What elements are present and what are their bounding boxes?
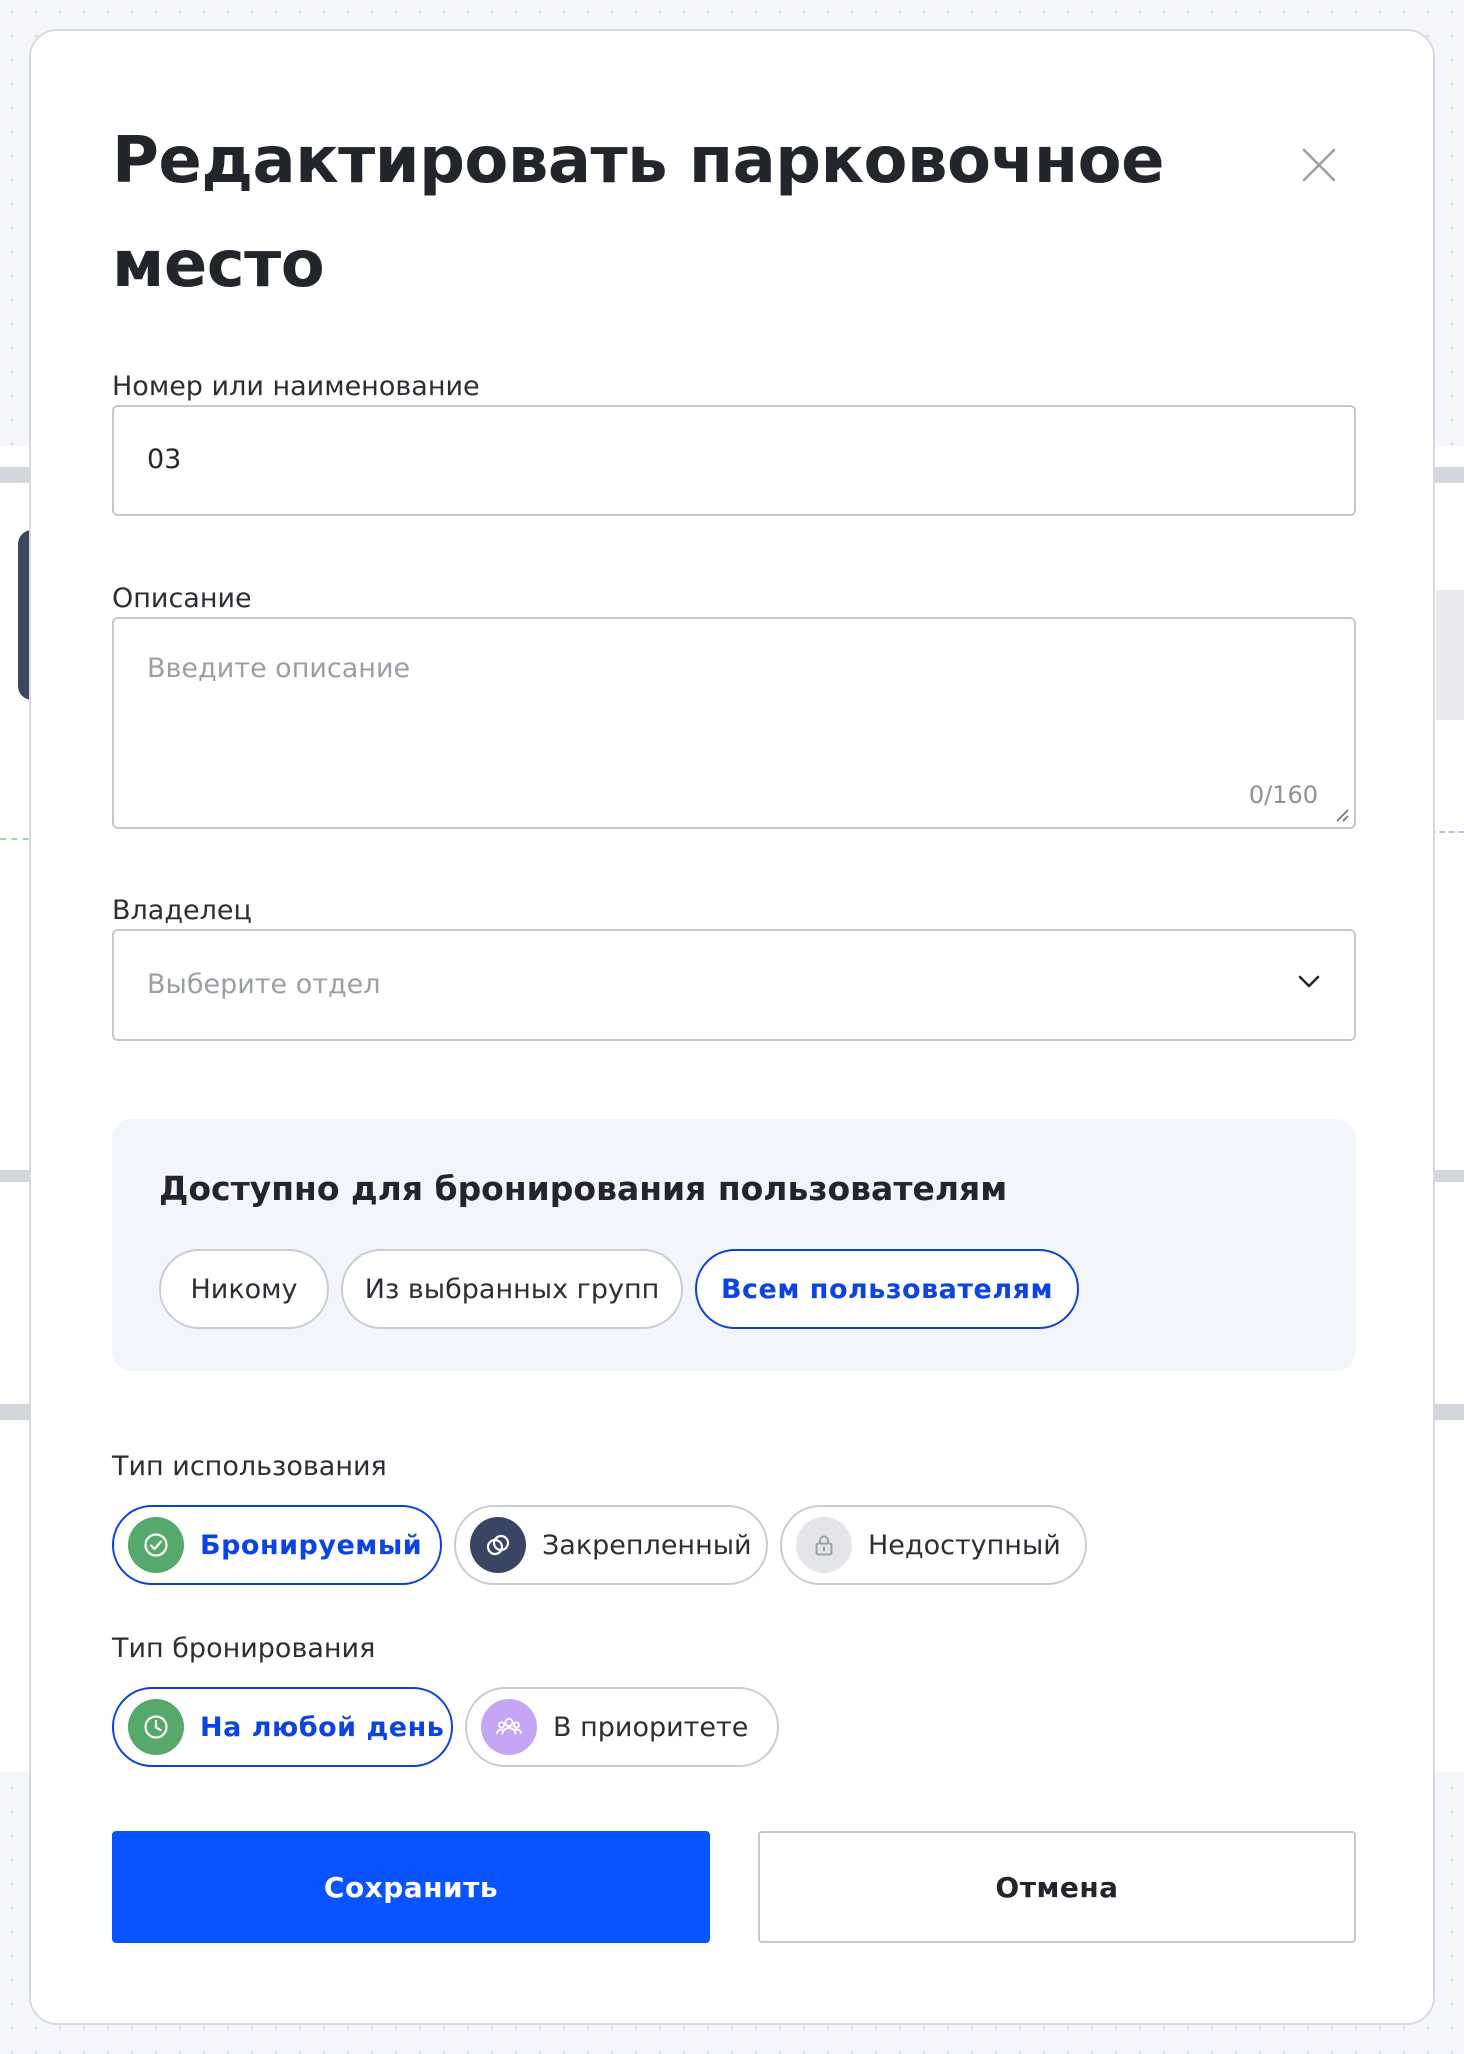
usage-option-label: Закрепленный [542, 1529, 752, 1561]
edit-parking-spot-modal: Редактировать парковочное место Номер ил… [29, 29, 1435, 2025]
usage-option-pinned[interactable]: Закрепленный [454, 1505, 768, 1585]
booking-option-label: В приоритете [553, 1711, 749, 1743]
booking-option-label: На любой день [200, 1711, 445, 1743]
availability-title: Доступно для бронирования пользователям [159, 1169, 1008, 1208]
resize-handle-icon[interactable] [1334, 807, 1350, 823]
availability-option-selected-groups[interactable]: Из выбранных групп [341, 1249, 683, 1329]
lock-icon [796, 1517, 852, 1573]
availability-option-all-users[interactable]: Всем пользователям [695, 1249, 1079, 1329]
description-textarea[interactable]: Введите описание 0/160 [112, 617, 1356, 829]
description-field-label: Описание [112, 583, 252, 614]
close-icon [1302, 148, 1336, 182]
booking-type-label: Тип бронирования [112, 1633, 376, 1664]
owner-field-label: Владелец [112, 895, 252, 926]
usage-option-label: Бронируемый [200, 1529, 423, 1561]
availability-option-nobody[interactable]: Никому [159, 1249, 329, 1329]
check-circle-icon [128, 1517, 184, 1573]
booking-option-priority[interactable]: В приоритете [465, 1687, 779, 1767]
usage-option-label: Недоступный [868, 1529, 1061, 1561]
save-button[interactable]: Сохранить [112, 1831, 710, 1943]
users-icon [481, 1699, 537, 1755]
booking-option-any-day[interactable]: На любой день [112, 1687, 453, 1767]
owner-select[interactable]: Выберите отдел [112, 929, 1356, 1041]
name-field-label: Номер или наименование [112, 371, 480, 402]
background-divider [1436, 590, 1464, 720]
modal-title: Редактировать парковочное место [112, 124, 1165, 302]
usage-option-bookable[interactable]: Бронируемый [112, 1505, 442, 1585]
link-icon [470, 1517, 526, 1573]
chevron-down-icon [1298, 975, 1320, 988]
usage-type-label: Тип использования [112, 1451, 387, 1482]
cancel-button[interactable]: Отмена [758, 1831, 1356, 1943]
character-counter: 0/160 [1248, 781, 1318, 809]
usage-option-unavailable[interactable]: Недоступный [780, 1505, 1087, 1585]
name-field-value: 03 [147, 444, 182, 475]
availability-section: Доступно для бронирования пользователям … [112, 1119, 1356, 1371]
description-placeholder: Введите описание [147, 653, 411, 684]
owner-select-placeholder: Выберите отдел [147, 969, 381, 1000]
name-field[interactable]: 03 [112, 405, 1356, 516]
close-button[interactable] [1295, 141, 1343, 189]
clock-icon [128, 1699, 184, 1755]
